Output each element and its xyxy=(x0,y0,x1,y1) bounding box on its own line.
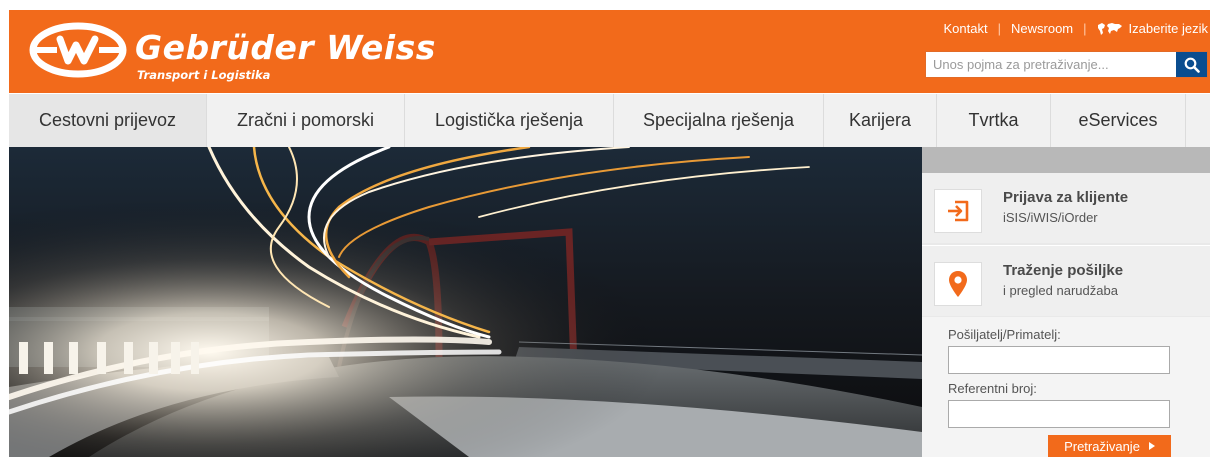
nav-item-logisticka-rjesenja[interactable]: Logistička rješenja xyxy=(405,94,614,147)
world-map-icon xyxy=(1097,22,1122,35)
map-pin-icon xyxy=(949,271,967,297)
separator: | xyxy=(1083,21,1087,36)
search-button[interactable] xyxy=(1176,52,1207,77)
tracking-subtitle: i pregled narudžaba xyxy=(1003,283,1118,298)
search-input[interactable] xyxy=(926,52,1176,77)
login-subtitle: iSIS/iWIS/iOrder xyxy=(1003,210,1098,225)
login-icon-box xyxy=(934,189,982,233)
sender-field[interactable] xyxy=(948,346,1170,374)
shipment-tracking-link[interactable]: Traženje pošiljke i pregled narudžaba xyxy=(922,245,1210,316)
search-box xyxy=(925,51,1208,78)
contact-link[interactable]: Kontakt xyxy=(944,21,988,36)
brand-tagline: Transport i Logistika xyxy=(137,68,271,82)
language-label: Izaberite jezik xyxy=(1128,21,1208,36)
customer-login-link[interactable]: Prijava za klijente iSIS/iWIS/iOrder xyxy=(922,173,1210,243)
language-selector[interactable]: Izaberite jezik xyxy=(1097,21,1208,36)
brand-name: Gebrüder Weiss xyxy=(135,28,436,67)
tracking-icon-box xyxy=(934,262,982,306)
nav-item-karijera[interactable]: Karijera xyxy=(824,94,937,147)
nav-item-eservices[interactable]: eServices xyxy=(1051,94,1186,147)
hero-illustration xyxy=(9,147,922,457)
login-arrow-icon xyxy=(948,200,969,222)
main-nav: Cestovni prijevoz Zračni i pomorski Logi… xyxy=(9,94,1210,148)
nav-item-zracni-i-pomorski[interactable]: Zračni i pomorski xyxy=(207,94,405,147)
tracking-form: Pošiljatelj/Primatelj: Referentni broj: … xyxy=(922,317,1210,457)
customer-panel: Prijava za klijente iSIS/iWIS/iOrder Tra… xyxy=(922,147,1210,457)
sender-label: Pošiljatelj/Primatelj: xyxy=(948,327,1061,342)
hero-image xyxy=(9,147,922,457)
nav-item-cestovni-prijevoz[interactable]: Cestovni prijevoz xyxy=(9,94,207,147)
nav-item-specijalna-rjesenja[interactable]: Specijalna rješenja xyxy=(614,94,824,147)
newsroom-link[interactable]: Newsroom xyxy=(1011,21,1073,36)
site-header: Gebrüder Weiss Transport i Logistika Kon… xyxy=(9,10,1210,93)
triangle-right-icon xyxy=(1148,442,1155,450)
gw-logo-icon xyxy=(29,22,127,78)
site-logo[interactable]: Gebrüder Weiss Transport i Logistika xyxy=(29,18,435,88)
top-links: Kontakt | Newsroom | Izaberite jezik xyxy=(944,21,1208,36)
separator: | xyxy=(997,21,1001,36)
reference-field[interactable] xyxy=(948,400,1170,428)
login-title: Prijava za klijente xyxy=(1003,189,1129,206)
tracking-search-button[interactable]: Pretraživanje xyxy=(1048,435,1171,457)
tracking-search-label: Pretraživanje xyxy=(1064,438,1140,454)
reference-label: Referentni broj: xyxy=(948,381,1037,396)
search-icon xyxy=(1184,57,1200,73)
panel-top-bar xyxy=(922,147,1210,173)
tracking-title: Traženje pošiljke xyxy=(1003,262,1124,279)
nav-item-tvrtka[interactable]: Tvrtka xyxy=(937,94,1051,147)
